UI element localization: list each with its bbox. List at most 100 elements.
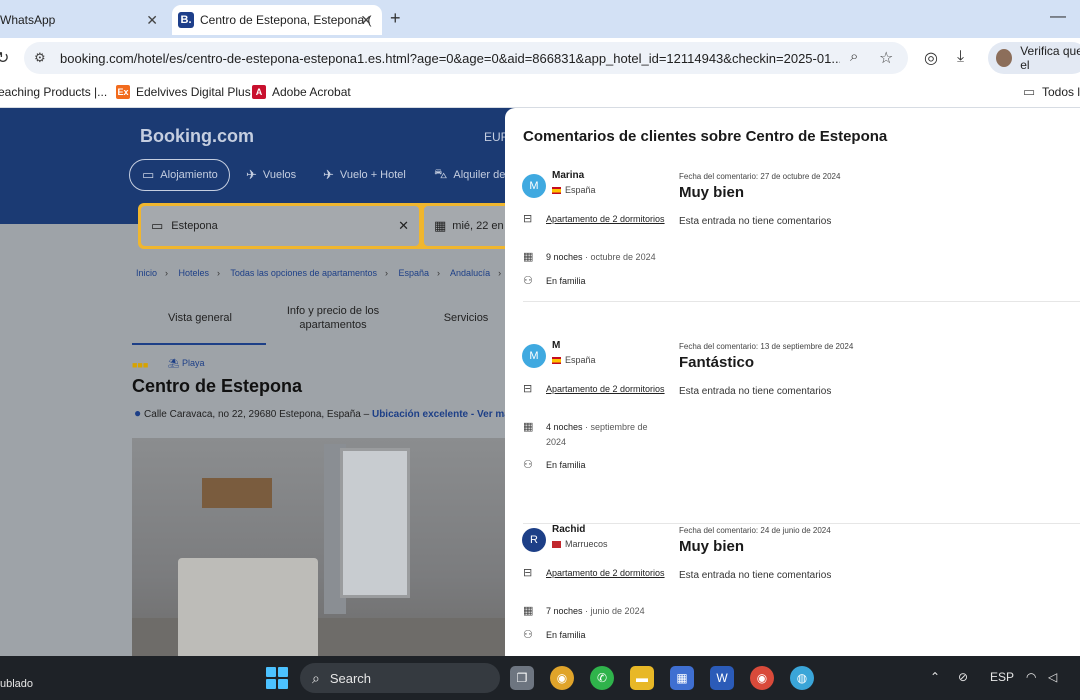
location-link[interactable]: Ubicación excelente - Ver ma: [372, 409, 510, 420]
spain-flag-icon: [552, 186, 561, 194]
wifi-icon[interactable]: ◠: [1026, 670, 1036, 684]
bookmark-teaching-products[interactable]: eaching Products |...: [0, 85, 107, 99]
bookmark-star-icon[interactable]: ☆: [879, 48, 893, 68]
tab-whatsapp[interactable]: WhatsApp ✕: [0, 5, 168, 35]
avatar: M: [522, 174, 546, 198]
minimize-icon[interactable]: —: [1050, 8, 1066, 26]
address-bar[interactable]: ⚙ booking.com/hotel/es/centro-de-estepon…: [24, 42, 908, 74]
browser-tab-bar: WhatsApp ✕ B. Centro de Estepona, Estepo…: [0, 0, 1080, 38]
avatar: R: [522, 528, 546, 552]
family-icon: ⚇: [523, 629, 533, 641]
reviewer-name: Rachid: [552, 524, 586, 535]
nights-value: 9 noches: [546, 252, 583, 262]
page-title: Centro de Estepona: [132, 376, 303, 396]
nav-alquiler[interactable]: ⛍ Alquiler de: [434, 159, 505, 191]
review-comment: Esta entrada no tiene comentarios: [679, 570, 832, 581]
calendar-icon: ▦: [434, 218, 447, 233]
bookmark-adobe-acrobat[interactable]: A Adobe Acrobat: [252, 85, 351, 99]
chrome-profile-icon[interactable]: ◉: [750, 666, 774, 690]
zoom-icon[interactable]: ⌕: [850, 48, 858, 65]
bed-icon: ⊟: [523, 383, 533, 395]
reload-icon[interactable]: ↻: [0, 48, 9, 68]
chrome-icon[interactable]: ◉: [550, 666, 574, 690]
beach-icon: ⛱: [168, 358, 180, 368]
review-score-label: Fantástico: [679, 354, 755, 371]
nav-alojamiento[interactable]: ▭ Alojamiento: [129, 159, 230, 191]
nav-label: Vuelo + Hotel: [339, 169, 406, 181]
tab-booking[interactable]: B. Centro de Estepona, Estepona ( ✕: [172, 5, 382, 35]
breadcrumb-item[interactable]: Inicio: [136, 268, 157, 278]
country-label: Marruecos: [565, 539, 608, 549]
review-item: M M España ⊟ Apartamento de 2 dormitorio…: [505, 340, 1080, 524]
file-explorer-icon[interactable]: ▬: [630, 666, 654, 690]
url-text[interactable]: booking.com/hotel/es/centro-de-estepona-…: [60, 51, 840, 66]
active-tab-underline: [132, 343, 266, 345]
breadcrumb-item[interactable]: Hoteles: [179, 268, 210, 278]
task-view-icon[interactable]: ❐: [510, 666, 534, 690]
hotel-photo[interactable]: [132, 438, 506, 656]
tab-servicios[interactable]: Servicios: [436, 312, 496, 324]
spain-flag-icon: [552, 356, 561, 364]
bed-icon: ▭: [151, 218, 164, 233]
photo-window: [340, 448, 410, 598]
hotel-address: ● Calle Caravaca, no 22, 29680 Estepona,…: [134, 406, 510, 420]
weather-widget[interactable]: ublado: [0, 678, 33, 690]
windows-start-icon[interactable]: [266, 667, 288, 689]
breadcrumb-item[interactable]: España: [399, 268, 430, 278]
breadcrumb-item[interactable]: Todas las opciones de apartamentos: [230, 268, 377, 278]
family-icon: ⚇: [523, 459, 533, 471]
reviewer-country: España: [552, 185, 596, 195]
chevron-up-icon[interactable]: ⌃: [930, 670, 940, 684]
chevron-right-icon: ›: [437, 268, 441, 278]
chevron-right-icon: ›: [498, 268, 502, 278]
browser-globe-icon[interactable]: ◍: [790, 666, 814, 690]
country-label: España: [565, 185, 596, 195]
reviewer-name: Marina: [552, 170, 585, 181]
reviewer-name: M: [552, 340, 561, 351]
nav-vuelos[interactable]: ✈ Vuelos: [246, 159, 296, 191]
bookmark-all-folder[interactable]: ▭ Todos lo: [1022, 84, 1080, 99]
calendar-icon: ▦: [523, 605, 534, 617]
breadcrumb-item[interactable]: Andalucía: [450, 268, 490, 278]
download-icon[interactable]: ⤓: [957, 48, 964, 66]
bookmark-edelvives[interactable]: Ex Edelvives Digital Plus: [116, 85, 251, 99]
room-link[interactable]: Apartamento de 2 dormitorios: [546, 214, 665, 224]
taskbar-search[interactable]: ⌕ Search: [300, 663, 500, 693]
booking-logo[interactable]: Booking.com: [140, 126, 254, 147]
address-text: Calle Caravaca, no 22, 29680 Estepona, E…: [144, 409, 370, 420]
site-settings-icon[interactable]: ⚙: [34, 50, 46, 66]
tab-label: Centro de Estepona, Estepona (: [200, 13, 372, 27]
close-icon[interactable]: ✕: [146, 12, 158, 29]
edelvives-icon: Ex: [116, 85, 130, 99]
tab-info-precio[interactable]: Info y precio de los apartamentos: [282, 304, 384, 332]
volume-icon[interactable]: ◁: [1048, 670, 1057, 684]
browser-toolbar: ↻ ⚙ booking.com/hotel/es/centro-de-estep…: [0, 38, 1080, 78]
search-bar: ▭ Estepona ✕ ▦ mié, 22 en: [138, 203, 518, 249]
close-icon[interactable]: ✕: [360, 12, 372, 29]
nav-vuelo-hotel[interactable]: ✈ Vuelo + Hotel: [323, 159, 406, 191]
photo-wall-art: [202, 478, 272, 508]
calendar-icon: ▦: [523, 421, 534, 433]
beach-label: Playa: [181, 358, 205, 368]
word-icon[interactable]: W: [710, 666, 734, 690]
tab-vista-general[interactable]: Vista general: [160, 312, 240, 324]
location-pin-icon: ●: [134, 406, 142, 420]
clear-icon[interactable]: ✕: [398, 218, 409, 234]
traveler-type-label: En familia: [546, 630, 586, 640]
new-tab-icon[interactable]: +: [390, 8, 401, 29]
profile-button[interactable]: Verifica que el: [988, 42, 1080, 74]
calendar-icon: ▦: [523, 251, 534, 263]
date-input[interactable]: ▦ mié, 22 en: [424, 206, 518, 246]
room-link[interactable]: Apartamento de 2 dormitorios: [546, 384, 665, 394]
tab-label: WhatsApp: [0, 13, 56, 27]
avatar: [996, 49, 1013, 67]
destination-input[interactable]: ▭ Estepona ✕: [141, 206, 419, 246]
network-off-icon[interactable]: ⊘: [958, 670, 968, 684]
extension-icon[interactable]: ◎: [924, 48, 938, 68]
language-indicator[interactable]: ESP: [990, 670, 1014, 684]
stay-month: junio de 2024: [590, 606, 645, 616]
room-link[interactable]: Apartamento de 2 dormitorios: [546, 568, 665, 578]
profile-label: Verifica que el: [1020, 44, 1080, 72]
store-icon[interactable]: ▦: [670, 666, 694, 690]
whatsapp-icon[interactable]: ✆: [590, 666, 614, 690]
